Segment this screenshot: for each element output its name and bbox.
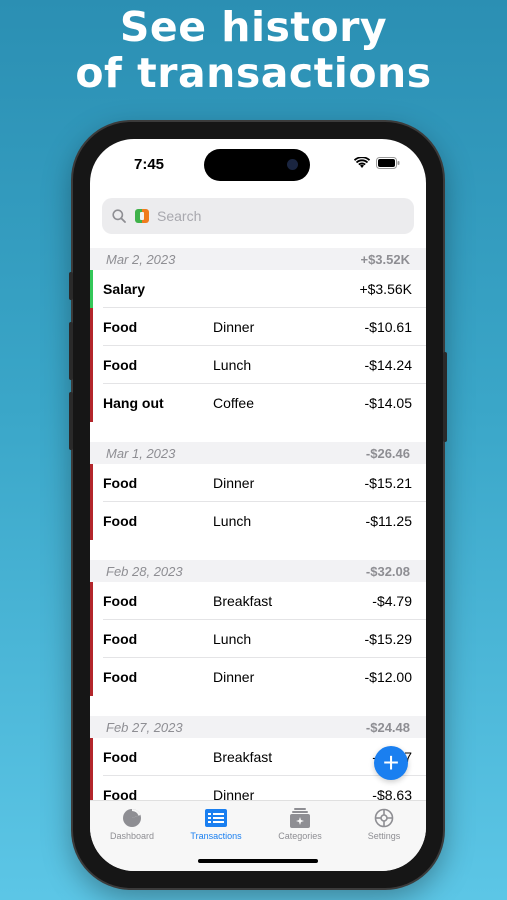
transaction-note: Lunch bbox=[213, 631, 252, 647]
section-gap bbox=[90, 422, 426, 442]
transaction-note: Lunch bbox=[213, 513, 252, 529]
transaction-note: Coffee bbox=[213, 395, 254, 411]
transaction-category: Food bbox=[103, 319, 138, 335]
category-color-bar bbox=[90, 346, 93, 384]
transaction-note: Lunch bbox=[213, 357, 252, 373]
home-indicator bbox=[198, 859, 318, 863]
transaction-note: Dinner bbox=[213, 669, 255, 685]
date-header: Feb 27, 2023 -$24.48 bbox=[90, 716, 426, 738]
date-label: Mar 1, 2023 bbox=[106, 445, 176, 461]
date-header: Mar 1, 2023 -$26.46 bbox=[90, 442, 426, 464]
transaction-note: Dinner bbox=[213, 319, 255, 335]
transaction-list[interactable]: Mar 2, 2023 +$3.52K Salary +$3.56K Food Dinne… bbox=[90, 248, 426, 814]
category-color-bar bbox=[90, 502, 93, 540]
list-icon bbox=[205, 809, 227, 827]
date-label: Feb 28, 2023 bbox=[106, 563, 183, 579]
battery-icon bbox=[376, 157, 400, 169]
tab-transactions[interactable]: Transactions bbox=[174, 807, 258, 841]
category-color-bar bbox=[90, 658, 93, 696]
transaction-row[interactable]: Food Breakfast -$4.79 bbox=[90, 582, 426, 620]
transaction-amount: +$3.56K bbox=[359, 281, 412, 297]
tab-settings[interactable]: Settings bbox=[342, 807, 426, 841]
transaction-amount: -$15.29 bbox=[364, 631, 412, 647]
day-total: -$32.08 bbox=[365, 563, 410, 579]
date-label: Feb 27, 2023 bbox=[106, 719, 183, 735]
tab-transactions-label: Transactions bbox=[190, 831, 242, 841]
transaction-note: Breakfast bbox=[213, 749, 273, 765]
transaction-amount: -$15.21 bbox=[364, 475, 412, 491]
tab-categories-label: Categories bbox=[278, 831, 322, 841]
transaction-category: Food bbox=[103, 593, 138, 609]
transaction-row[interactable]: Food Dinner -$10.61 bbox=[90, 308, 426, 346]
tab-bar: Dashboard Transactions Categories Settin… bbox=[90, 800, 426, 871]
category-color-bar bbox=[90, 464, 93, 502]
transaction-category: Hang out bbox=[103, 395, 164, 411]
volume-up-button bbox=[69, 322, 73, 380]
add-transaction-button[interactable]: + bbox=[374, 746, 408, 780]
category-color-bar bbox=[90, 308, 93, 346]
transaction-row[interactable]: Food Lunch -$14.24 bbox=[90, 346, 426, 384]
search-bar[interactable] bbox=[102, 198, 414, 234]
section-gap bbox=[90, 696, 426, 716]
date-header: Mar 2, 2023 +$3.52K bbox=[90, 248, 426, 270]
mute-switch bbox=[69, 272, 73, 300]
transaction-row[interactable]: Salary +$3.56K bbox=[90, 270, 426, 308]
category-color-bar bbox=[90, 620, 93, 658]
phone-frame: 7:45 Search Mar 2, 2023 +$3.52K Salary +… bbox=[69, 122, 447, 888]
transaction-row[interactable]: Food Lunch -$11.25 bbox=[90, 502, 426, 540]
date-label: Mar 2, 2023 bbox=[106, 251, 176, 267]
gear-icon bbox=[374, 808, 394, 828]
status-time: 7:45 bbox=[134, 156, 165, 173]
transaction-category: Food bbox=[103, 357, 138, 373]
tab-dashboard[interactable]: Dashboard bbox=[90, 807, 174, 841]
day-total: -$26.46 bbox=[365, 445, 410, 461]
date-header: Feb 28, 2023 -$32.08 bbox=[90, 560, 426, 582]
volume-down-button bbox=[69, 392, 73, 450]
search-input[interactable] bbox=[157, 208, 397, 224]
day-total: +$3.52K bbox=[360, 251, 410, 267]
status-bar: 7:45 bbox=[90, 139, 426, 189]
category-color-bar bbox=[90, 384, 93, 422]
headline-line-2: of transactions bbox=[75, 49, 432, 97]
status-icons bbox=[354, 157, 400, 169]
power-button bbox=[443, 352, 447, 442]
camera-icon bbox=[287, 159, 298, 170]
category-color-bar bbox=[90, 270, 93, 308]
tab-categories[interactable]: Categories bbox=[258, 807, 342, 841]
dynamic-island bbox=[204, 149, 310, 181]
transaction-category: Food bbox=[103, 749, 138, 765]
transaction-amount: -$14.05 bbox=[364, 395, 412, 411]
plus-icon: + bbox=[382, 747, 400, 778]
category-color-bar bbox=[90, 738, 93, 776]
transaction-row[interactable]: Food Dinner -$15.21 bbox=[90, 464, 426, 502]
transaction-amount: -$10.61 bbox=[364, 319, 412, 335]
transaction-category: Food bbox=[103, 669, 138, 685]
wifi-icon bbox=[354, 157, 370, 168]
phone-screen: 7:45 Search Mar 2, 2023 +$3.52K Salary +… bbox=[90, 139, 426, 871]
transaction-row[interactable]: Hang out Coffee -$14.05 bbox=[90, 384, 426, 422]
headline: See history of transactions bbox=[0, 4, 507, 96]
app-logo-icon bbox=[135, 209, 149, 223]
transaction-note: Dinner bbox=[213, 475, 255, 491]
tab-settings-label: Settings bbox=[367, 831, 401, 841]
category-color-bar bbox=[90, 582, 93, 620]
transaction-amount: -$4.79 bbox=[372, 593, 412, 609]
section-gap bbox=[90, 540, 426, 560]
transaction-row[interactable]: Food Lunch -$15.29 bbox=[90, 620, 426, 658]
transaction-category: Food bbox=[103, 513, 138, 529]
categories-icon bbox=[290, 808, 310, 828]
transaction-row[interactable]: Food Dinner -$12.00 bbox=[90, 658, 426, 696]
day-total: -$24.48 bbox=[365, 719, 410, 735]
transaction-note: Breakfast bbox=[213, 593, 273, 609]
transaction-amount: -$14.24 bbox=[364, 357, 412, 373]
tab-dashboard-label: Dashboard bbox=[109, 831, 155, 841]
transaction-category: Food bbox=[103, 475, 138, 491]
headline-line-1: See history bbox=[119, 3, 388, 51]
search-icon bbox=[112, 209, 126, 223]
transaction-category: Food bbox=[103, 631, 138, 647]
transaction-amount: -$12.00 bbox=[364, 669, 412, 685]
pie-chart-icon bbox=[123, 809, 141, 827]
transaction-category: Salary bbox=[103, 281, 146, 297]
transaction-amount: -$11.25 bbox=[365, 513, 412, 529]
